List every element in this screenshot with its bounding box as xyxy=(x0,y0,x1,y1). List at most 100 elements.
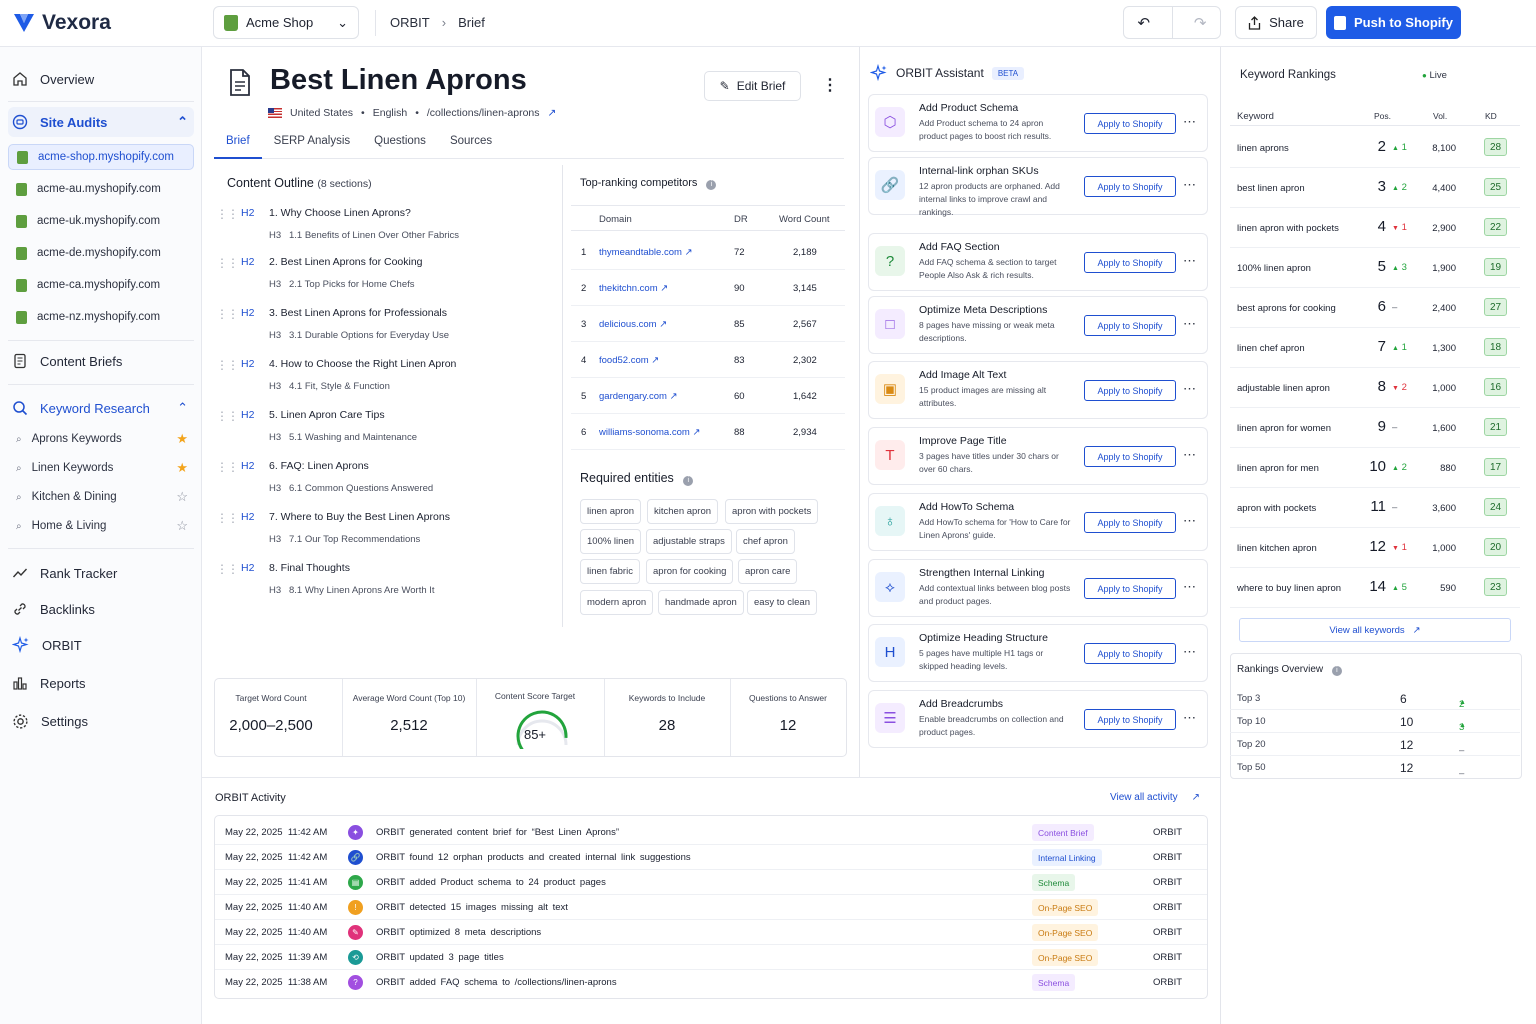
sidebar-item-orbit[interactable]: ORBIT xyxy=(8,632,194,658)
entity-chip[interactable]: apron for cooking xyxy=(646,559,734,584)
site-item-0[interactable]: acme-shop.myshopify.com xyxy=(8,144,194,170)
more-horizontal-icon[interactable]: ⋯ xyxy=(1183,710,1196,726)
more-horizontal-icon[interactable]: ⋯ xyxy=(1183,579,1196,595)
site-item-4[interactable]: acme-ca.myshopify.com xyxy=(8,272,194,298)
suggestion-card[interactable]: ? Add FAQ Section Add FAQ schema & section… xyxy=(868,233,1208,291)
apply-to-shopify-button[interactable]: Apply to Shopify xyxy=(1084,709,1176,730)
table-row[interactable]: linen kitchen apron 12 ▼ 1 1,000 20 xyxy=(1230,528,1520,568)
outline-section-4[interactable]: ⋮⋮ H2 4. How to Choose the Right Linen A… xyxy=(216,358,556,398)
entity-chip[interactable]: handmade apron xyxy=(658,590,744,615)
apply-to-shopify-button[interactable]: Apply to Shopify xyxy=(1084,643,1176,664)
undo-icon[interactable]: ↶ xyxy=(1124,14,1164,32)
redo-icon[interactable]: ↷ xyxy=(1180,14,1220,32)
apply-to-shopify-button[interactable]: Apply to Shopify xyxy=(1084,512,1176,533)
drag-handle-icon[interactable]: ⋮⋮ xyxy=(216,409,239,423)
external-link-icon[interactable]: ↗ xyxy=(548,107,557,119)
entity-chip[interactable]: 100% linen xyxy=(580,529,642,554)
tab-sources[interactable]: Sources xyxy=(438,131,504,159)
table-row[interactable]: linen chef apron 7 ▲ 1 1,300 18 xyxy=(1230,328,1520,368)
table-row[interactable]: where to buy linen apron 14 ▲ 5 590 23 xyxy=(1230,568,1520,608)
table-row[interactable]: best aprons for cooking 6– 2,400 27 xyxy=(1230,288,1520,328)
outline-section-8[interactable]: ⋮⋮ H2 8. Final Thoughts H3 8.1 Why Linen… xyxy=(216,562,556,602)
apply-to-shopify-button[interactable]: Apply to Shopify xyxy=(1084,578,1176,599)
chevron-up-icon[interactable]: ⌃ xyxy=(177,114,188,130)
table-row[interactable]: best linen apron 3 ▲ 2 4,400 25 xyxy=(1230,168,1520,208)
activity-row[interactable]: May 22, 2025 11:40 AM ✎ ORBIT optimized 8 … xyxy=(215,920,1207,945)
domain-link[interactable]: food52.com ↗ xyxy=(599,355,659,366)
apply-to-shopify-button[interactable]: Apply to Shopify xyxy=(1084,446,1176,467)
sidebar-item-rank-tracker[interactable]: Rank Tracker xyxy=(8,560,194,586)
drag-handle-icon[interactable]: ⋮⋮ xyxy=(216,511,239,525)
entity-chip[interactable]: chef apron xyxy=(736,529,795,554)
table-row[interactable]: linen apron for women 9– 1,600 21 xyxy=(1230,408,1520,448)
entity-chip[interactable]: linen apron xyxy=(580,499,642,524)
suggestion-card[interactable]: 🔗 Internal-link orphan SKUs 12 apron produ… xyxy=(868,157,1208,217)
entity-chip[interactable]: easy to clean xyxy=(747,590,817,615)
more-horizontal-icon[interactable]: ⋯ xyxy=(1183,253,1196,269)
outline-section-7[interactable]: ⋮⋮ H2 7. Where to Buy the Best Linen Apr… xyxy=(216,511,556,551)
info-icon[interactable]: i xyxy=(683,476,694,486)
drag-handle-icon[interactable]: ⋮⋮ xyxy=(216,256,239,270)
more-horizontal-icon[interactable]: ⋯ xyxy=(1183,381,1196,397)
tab-serp-analysis[interactable]: SERP Analysis xyxy=(262,131,363,159)
sidebar-item-content-briefs[interactable]: Content Briefs xyxy=(8,348,194,374)
suggestion-card[interactable]: ⟡ Strengthen Internal Linking Add contextu… xyxy=(868,559,1208,617)
sidebar-item-overview[interactable]: Overview xyxy=(8,66,194,92)
keyword-list-0[interactable]: ⌕ Aprons Keywords ★ xyxy=(8,428,194,450)
suggestion-card[interactable]: ☰ Add Breadcrumbs Enable breadcrumbs on co… xyxy=(868,690,1208,748)
activity-row[interactable]: May 22, 2025 11:39 AM ⟲ ORBIT updated 3 pa… xyxy=(215,945,1207,970)
sidebar-item-keyword-research[interactable]: Keyword Research ⌃ xyxy=(8,395,194,421)
sidebar-item-site-audits[interactable]: Site Audits ⌃ xyxy=(8,107,194,137)
table-row[interactable]: linen apron for men 10 ▲ 2 880 17 xyxy=(1230,448,1520,488)
star-filled-icon[interactable]: ★ xyxy=(176,460,188,476)
site-item-5[interactable]: acme-nz.myshopify.com xyxy=(8,304,194,330)
outline-section-3[interactable]: ⋮⋮ H2 3. Best Linen Aprons for Professio… xyxy=(216,307,556,347)
sidebar-item-reports[interactable]: Reports xyxy=(8,670,194,696)
view-all-activity-link[interactable]: View all activity ↗ xyxy=(1110,792,1200,803)
table-row[interactable]: linen aprons 2 ▲ 1 8,100 28 xyxy=(1230,128,1520,168)
star-outline-icon[interactable]: ☆ xyxy=(176,489,188,505)
shop-selector[interactable]: Acme Shop ⌄ xyxy=(213,6,359,39)
breadcrumb-brief[interactable]: Brief xyxy=(458,15,485,30)
view-all-keywords-button[interactable]: View all keywords ↗ xyxy=(1239,618,1511,642)
site-item-3[interactable]: acme-de.myshopify.com xyxy=(8,240,194,266)
sidebar-item-settings[interactable]: Settings xyxy=(8,708,194,734)
table-row[interactable]: 100% linen apron 5 ▲ 3 1,900 19 xyxy=(1230,248,1520,288)
table-row[interactable]: adjustable linen apron 8 ▼ 2 1,000 16 xyxy=(1230,368,1520,408)
more-horizontal-icon[interactable]: ⋯ xyxy=(1183,114,1196,130)
suggestion-card[interactable]: □ Optimize Meta Descriptions 8 pages have … xyxy=(868,296,1208,354)
tab-questions[interactable]: Questions xyxy=(362,131,438,159)
outline-section-1[interactable]: ⋮⋮ H2 1. Why Choose Linen Aprons? H3 1.1… xyxy=(216,207,556,247)
apply-to-shopify-button[interactable]: Apply to Shopify xyxy=(1084,380,1176,401)
drag-handle-icon[interactable]: ⋮⋮ xyxy=(216,207,239,221)
domain-link[interactable]: gardengary.com ↗ xyxy=(599,391,678,402)
site-item-1[interactable]: acme-au.myshopify.com xyxy=(8,176,194,202)
push-to-shopify-button[interactable]: Push to Shopify xyxy=(1326,6,1461,39)
domain-link[interactable]: thekitchn.com ↗ xyxy=(599,283,668,294)
apply-to-shopify-button[interactable]: Apply to Shopify xyxy=(1084,315,1176,336)
suggestion-card[interactable]: H Optimize Heading Structure 5 pages have … xyxy=(868,624,1208,682)
more-horizontal-icon[interactable]: ⋯ xyxy=(1183,513,1196,529)
drag-handle-icon[interactable]: ⋮⋮ xyxy=(216,358,239,372)
activity-row[interactable]: May 22, 2025 11:42 AM 🔗 ORBIT found 12 orp… xyxy=(215,845,1207,870)
tab-brief[interactable]: Brief xyxy=(214,131,262,159)
suggestion-card[interactable]: ⬡ Add Product Schema Add Product schema to… xyxy=(868,94,1208,152)
sidebar-item-backlinks[interactable]: Backlinks xyxy=(8,596,194,622)
edit-brief-button[interactable]: ✎ Edit Brief xyxy=(704,71,801,101)
outline-section-5[interactable]: ⋮⋮ H2 5. Linen Apron Care Tips H3 5.1 Wa… xyxy=(216,409,556,449)
suggestion-card[interactable]: ▣ Add Image Alt Text 15 product images are… xyxy=(868,361,1208,419)
more-horizontal-icon[interactable]: ⋯ xyxy=(1183,644,1196,660)
outline-section-2[interactable]: ⋮⋮ H2 2. Best Linen Aprons for Cooking H… xyxy=(216,256,556,296)
apply-to-shopify-button[interactable]: Apply to Shopify xyxy=(1084,113,1176,134)
outline-section-6[interactable]: ⋮⋮ H2 6. FAQ: Linen Aprons H3 6.1 Common… xyxy=(216,460,556,500)
more-horizontal-icon[interactable]: ⋯ xyxy=(1183,316,1196,332)
suggestion-card[interactable]: ♁ Add HowTo Schema Add HowTo schema for 'H… xyxy=(868,493,1208,551)
entity-chip[interactable]: apron care xyxy=(738,559,798,584)
app-logo[interactable]: Vexora xyxy=(12,11,111,35)
info-icon[interactable]: i xyxy=(1331,666,1342,676)
drag-handle-icon[interactable]: ⋮⋮ xyxy=(216,307,239,321)
site-item-2[interactable]: acme-uk.myshopify.com xyxy=(8,208,194,234)
activity-row[interactable]: May 22, 2025 11:40 AM! ORBIT detected 15 … xyxy=(215,895,1207,920)
activity-row[interactable]: May 22, 2025 11:42 AM ✦ ORBIT generated co… xyxy=(215,820,1207,845)
activity-row[interactable]: May 22, 2025 11:38 AM? ORBIT added FAQ sc… xyxy=(215,970,1207,995)
